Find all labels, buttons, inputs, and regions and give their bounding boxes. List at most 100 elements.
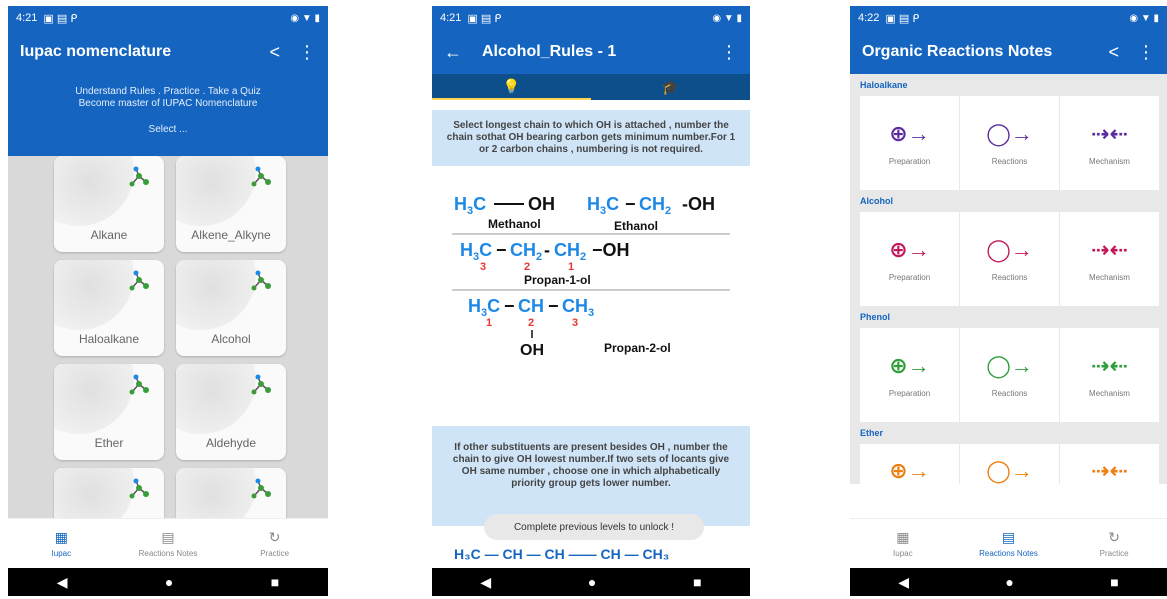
share-icon[interactable]: <: [1108, 42, 1119, 63]
tile-label: Preparation: [888, 272, 931, 282]
tab-bar: 💡 🎓: [432, 74, 750, 100]
category-card-ether[interactable]: Ether: [54, 364, 164, 460]
tab-quiz[interactable]: 🎓: [591, 74, 750, 100]
svg-text:−: −: [548, 296, 559, 316]
signal-icons: ◉ ▼ ▮: [1129, 12, 1159, 24]
nav-reactions-notes[interactable]: ▤ Reactions Notes: [956, 529, 1061, 558]
tab-hint[interactable]: 💡: [432, 74, 591, 100]
phenol-preparation[interactable]: ⊕→ Preparation: [860, 328, 959, 422]
svg-text:H3C: H3C: [454, 194, 486, 217]
status-bar: 4:21 ▣ ▤ ᑭ ◉ ▼ ▮: [8, 6, 328, 30]
preparation-icon: ⊕→: [889, 236, 930, 262]
hero-line-2: Become master of IUPAC Nomenclature: [78, 98, 258, 109]
home-nav-icon[interactable]: ●: [588, 574, 596, 590]
alcohol-reactions[interactable]: ◯→ Reactions: [960, 212, 1059, 306]
nav-label: Reactions Notes: [979, 549, 1038, 558]
bottom-navigation: ▦ Iupac ▤ Reactions Notes ↻ Practice: [8, 518, 328, 568]
notification-icons: ▣ ▤ ᑭ: [43, 12, 78, 25]
svg-text:−: −: [496, 240, 507, 260]
haloalkane-mechanism[interactable]: ⇢⇠ Mechanism: [1060, 96, 1159, 190]
svg-text:H3C: H3C: [460, 240, 492, 263]
molecule-icon: [251, 166, 271, 187]
ether-preparation[interactable]: ⊕→: [860, 444, 959, 484]
alcohol-mechanism[interactable]: ⇢⇠ Mechanism: [1060, 212, 1159, 306]
alcohol-rules-screen: 4:21 ▣ ▤ ᑭ ◉ ▼ ▮ ← Alcohol_Rules - 1 ⋮ 💡 🎓…: [432, 6, 750, 596]
svg-text:-: -: [544, 240, 550, 260]
nav-label: Iupac: [51, 549, 72, 558]
methanol-label: Methanol: [488, 217, 541, 231]
status-time: 4:22: [858, 12, 880, 24]
card-label: Alkane: [90, 228, 128, 242]
iupac-icon: ▦: [54, 529, 68, 545]
alcohol-preparation[interactable]: ⊕→ Preparation: [860, 212, 959, 306]
status-bar: 4:22 ▣ ▤ ᑭ ◉ ▼ ▮: [850, 6, 1167, 30]
notification-icons: ▣ ▤ ᑭ: [885, 12, 920, 25]
svg-text:CH3: CH3: [562, 296, 594, 319]
nav-label: Reactions Notes: [138, 549, 198, 558]
card-label: Haloalkane: [78, 332, 140, 346]
molecule-icon: [129, 270, 149, 291]
tile-label: Preparation: [888, 156, 931, 166]
svg-text:2: 2: [524, 261, 530, 273]
card-label: Aldehyde: [205, 436, 257, 450]
haloalkane-reactions[interactable]: ◯→ Reactions: [960, 96, 1059, 190]
page-title: Iupac nomenclature: [20, 43, 172, 60]
rule-text-2: If other substituents are present beside…: [432, 426, 750, 526]
nav-practice[interactable]: ↻ Practice: [1062, 529, 1167, 558]
category-grid: Alkane Alkene_Alkyne Haloalkane Alcohol …: [8, 156, 328, 564]
nav-practice[interactable]: ↻ Practice: [222, 529, 328, 558]
page-title: Organic Reactions Notes: [862, 43, 1053, 60]
back-nav-icon[interactable]: ◀: [480, 574, 491, 591]
structures-diagram: H3C OH H3C − CH2 -OH Methanol Ethanol H3…: [452, 194, 730, 359]
share-icon[interactable]: <: [269, 42, 280, 63]
page-title: Alcohol_Rules - 1: [482, 43, 617, 60]
recents-nav-icon[interactable]: ■: [693, 574, 701, 590]
molecule-icon: [251, 374, 271, 395]
signal-icons: ◉ ▼ ▮: [290, 12, 320, 24]
svg-text:1: 1: [568, 261, 574, 273]
more-icon[interactable]: ⋮: [298, 42, 316, 63]
haloalkane-preparation[interactable]: ⊕→ Preparation: [860, 96, 959, 190]
nav-reactions-notes[interactable]: ▤ Reactions Notes: [115, 529, 221, 558]
category-card-alcohol[interactable]: Alcohol: [176, 260, 286, 356]
category-card-haloalkane[interactable]: Haloalkane: [54, 260, 164, 356]
ethanol-label: Ethanol: [614, 219, 658, 233]
section-ether: Ether: [850, 422, 1167, 444]
section-phenol: Phenol: [850, 306, 1167, 328]
category-card-alkene-alkyne[interactable]: Alkene_Alkyne: [176, 156, 286, 252]
preparation-icon: ⊕→: [889, 120, 930, 146]
phenol-reactions[interactable]: ◯→ Reactions: [960, 328, 1059, 422]
svg-text:2: 2: [528, 317, 534, 329]
back-arrow-icon[interactable]: ←: [444, 42, 462, 63]
signal-icons: ◉ ▼ ▮: [712, 12, 742, 24]
more-icon[interactable]: ⋮: [720, 42, 738, 63]
home-nav-icon[interactable]: ●: [165, 574, 173, 590]
status-bar: 4:21 ▣ ▤ ᑭ ◉ ▼ ▮: [432, 6, 750, 30]
lightbulb-icon: 💡: [502, 77, 521, 94]
ether-mechanism[interactable]: ⇢⇠: [1060, 444, 1159, 484]
recents-nav-icon[interactable]: ■: [1110, 574, 1118, 590]
nav-iupac[interactable]: ▦ Iupac: [9, 529, 115, 558]
back-nav-icon[interactable]: ◀: [57, 574, 68, 591]
ether-reactions[interactable]: ◯→: [960, 444, 1059, 484]
section-haloalkane: Haloalkane: [850, 74, 1167, 96]
propan-2-ol-label: Propan-2-ol: [604, 341, 671, 355]
nav-iupac[interactable]: ▦ Iupac: [851, 529, 956, 558]
svg-text:H3C: H3C: [468, 296, 500, 319]
category-card-alkane[interactable]: Alkane: [54, 156, 164, 252]
refresh-icon: ↻: [268, 529, 281, 545]
svg-text:3: 3: [572, 317, 578, 329]
app-bar: Organic Reactions Notes < ⋮: [850, 30, 1167, 74]
svg-text:3: 3: [480, 261, 486, 273]
molecule-icon: [251, 478, 271, 499]
preparation-icon: ⊕→: [889, 458, 930, 483]
back-nav-icon[interactable]: ◀: [898, 574, 909, 591]
category-card-aldehyde[interactable]: Aldehyde: [176, 364, 286, 460]
tile-label: Mechanism: [1089, 388, 1130, 398]
notes-icon: ▤: [161, 529, 175, 545]
home-nav-icon[interactable]: ●: [1005, 574, 1013, 590]
svg-text:−OH: −OH: [592, 240, 630, 260]
phenol-mechanism[interactable]: ⇢⇠ Mechanism: [1060, 328, 1159, 422]
recents-nav-icon[interactable]: ■: [271, 574, 279, 590]
more-icon[interactable]: ⋮: [1137, 42, 1155, 63]
